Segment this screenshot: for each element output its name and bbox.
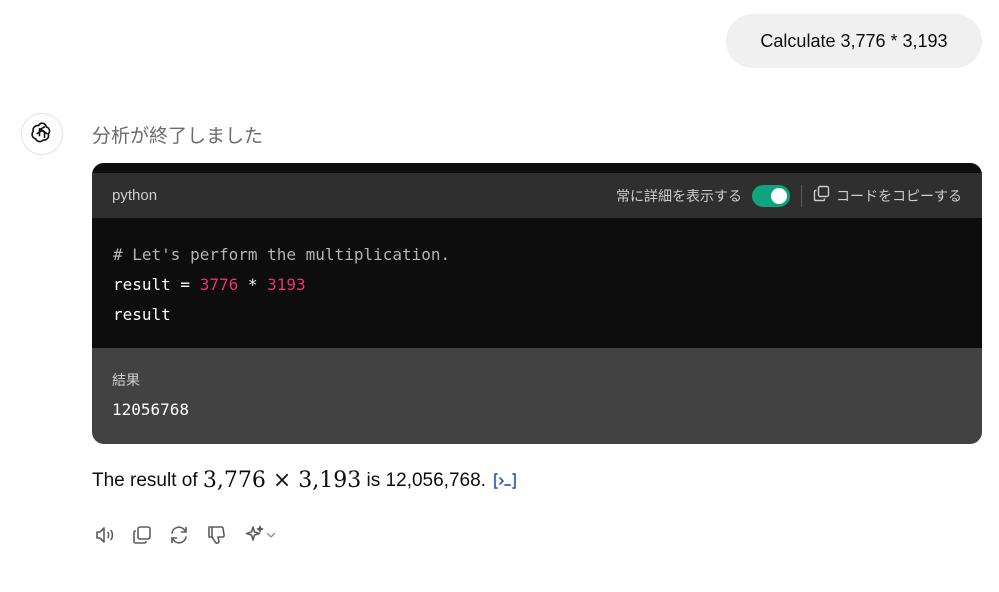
analysis-status: 分析が終了しました: [92, 125, 264, 147]
code-block: python 常に詳細を表示する コードをコピーする # Let's perfo…: [92, 163, 982, 444]
header-divider: [801, 184, 802, 207]
assistant-avatar: [21, 113, 63, 155]
code-language-label: python: [112, 187, 158, 204]
openai-logo-icon: [30, 120, 54, 149]
code-header-controls: 常に詳細を表示する コードをコピーする: [616, 184, 962, 207]
source-code-icon[interactable]: [492, 471, 518, 491]
code-comment: # Let's perform the multiplication.: [113, 245, 451, 264]
code-variable: result: [113, 275, 171, 294]
assistant-answer: The result of 3,776 × 3,193 is 12,056,76…: [92, 468, 518, 493]
chevron-down-icon: [265, 528, 277, 546]
answer-suffix: is 12,056,768.: [361, 469, 486, 491]
user-message-bubble: Calculate 3,776 * 3,193: [726, 14, 982, 68]
always-show-details-label: 常に詳細を表示する: [616, 188, 742, 205]
user-message-text: Calculate 3,776 * 3,193: [760, 30, 948, 51]
regenerate-button[interactable]: [166, 524, 192, 550]
speaker-icon: [93, 523, 117, 552]
result-section: 結果 12056768: [92, 348, 982, 444]
copy-icon: [813, 185, 836, 206]
code-line: result: [113, 300, 961, 330]
read-aloud-button[interactable]: [92, 524, 118, 550]
code-operator: *: [238, 275, 268, 294]
bad-response-button[interactable]: [203, 524, 229, 550]
regenerate-icon: [168, 524, 190, 551]
result-value: 12056768: [112, 400, 190, 419]
toggle-knob: [771, 187, 787, 204]
copy-icon: [131, 524, 153, 551]
sparkle-icon: [243, 524, 265, 551]
model-switch-button[interactable]: [240, 524, 280, 550]
copy-message-button[interactable]: [129, 524, 155, 550]
copy-code-button[interactable]: コードをコピーする: [813, 185, 962, 206]
code-number: 3776: [199, 275, 239, 294]
always-show-details-toggle[interactable]: [752, 184, 790, 207]
code-number: 3193: [267, 275, 306, 294]
code-block-header: python 常に詳細を表示する コードをコピーする: [92, 173, 982, 218]
result-label: 結果: [112, 373, 140, 389]
thumbs-down-icon: [205, 524, 227, 551]
answer-prefix: The result of: [92, 469, 203, 491]
code-line: result = 3776 * 3193: [113, 270, 961, 300]
code-body: # Let's perform the multiplication. resu…: [92, 218, 982, 348]
code-line: # Let's perform the multiplication.: [113, 240, 961, 270]
code-operator: =: [170, 275, 200, 294]
code-variable: result: [113, 305, 171, 324]
answer-math-expression: 3,776 × 3,193: [202, 468, 362, 493]
message-actions: [92, 524, 280, 550]
code-block-top-strip: [92, 163, 982, 173]
copy-code-label: コードをコピーする: [836, 188, 962, 205]
